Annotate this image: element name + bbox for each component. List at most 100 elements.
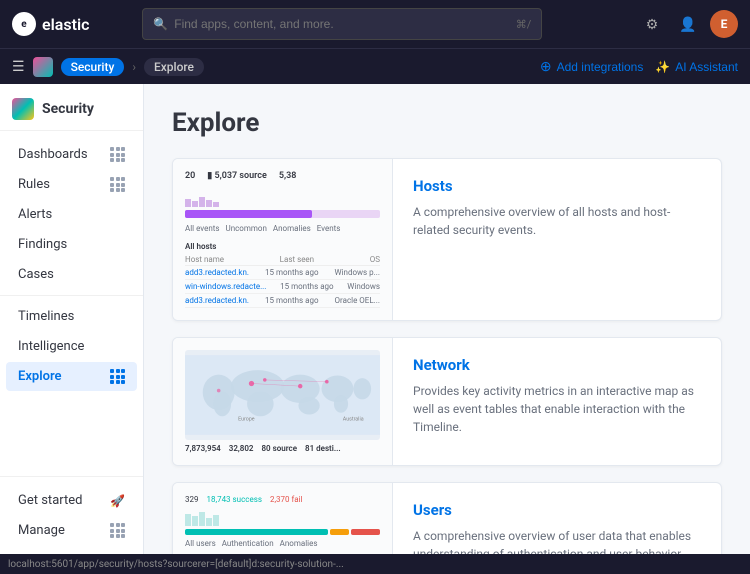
network-stats: 7,873,954 32,802 80 source 81 desti...: [185, 444, 380, 453]
users-card: 329 18,743 success 2,370 fail: [172, 482, 722, 554]
sidebar-logo-icon: [12, 98, 34, 120]
tab-anomalies: Anomalies: [273, 224, 311, 233]
sidebar-item-intelligence[interactable]: Intelligence: [6, 332, 137, 361]
breadcrumb-separator: ›: [132, 60, 136, 74]
hosts-title[interactable]: Hosts: [413, 177, 701, 195]
sidebar-label-alerts: Alerts: [18, 207, 52, 222]
main-layout: Security Dashboards Rules Ale: [0, 84, 750, 554]
hosts-table: Host nameLast seenOS add3.redacted.kn.15…: [185, 254, 380, 308]
breadcrumb-bar: ☰ Security › Explore ⊕ Add integrations …: [0, 48, 750, 84]
elastic-logo[interactable]: e elastic: [12, 12, 89, 36]
breadcrumb-security[interactable]: Security: [61, 58, 125, 76]
sidebar-item-dashboards[interactable]: Dashboards: [6, 140, 137, 169]
tab-all-users: All users: [185, 539, 216, 548]
sidebar-label-dashboards: Dashboards: [18, 147, 88, 162]
add-integrations-label: Add integrations: [557, 60, 644, 74]
sidebar-bottom: Get started 🚀 Manage: [0, 476, 143, 554]
hosts-card-content[interactable]: Hosts A comprehensive overview of all ho…: [393, 159, 721, 320]
content-area: Explore 20 ▮ 5,037 source 5,38: [144, 84, 750, 554]
breadcrumb-actions: ⊕ Add integrations ✨ AI Assistant: [540, 58, 738, 75]
tab-anomalies-users: Anomalies: [280, 539, 318, 548]
world-map-svg: Australia Europe: [185, 350, 380, 440]
grid-icon-rules: [110, 177, 125, 192]
plus-icon: ⊕: [540, 58, 552, 75]
svg-text:Australia: Australia: [343, 417, 364, 423]
sidebar-item-findings[interactable]: Findings: [6, 230, 137, 259]
users-tabs: All users Authentication Anomalies: [185, 539, 380, 548]
hosts-tabs: All events Uncommon Anomalies Events: [185, 224, 380, 233]
table-row: add3.redacted.kn.15 months agoWindows p.…: [185, 266, 380, 280]
world-map: Australia Europe: [185, 350, 380, 440]
sidebar-label-cases: Cases: [18, 267, 54, 282]
user-avatar[interactable]: E: [710, 10, 738, 38]
search-input[interactable]: [174, 17, 516, 31]
sidebar-item-cases[interactable]: Cases: [6, 260, 137, 289]
settings-button[interactable]: ⚙: [638, 10, 666, 38]
tab-auth: Authentication: [222, 539, 274, 548]
table-row: win-windows.redacte...15 months agoWindo…: [185, 280, 380, 294]
hosts-chart: [185, 187, 380, 207]
network-title[interactable]: Network: [413, 356, 701, 374]
network-card: Australia Europe 7,873,954 32,802 80 sou…: [172, 337, 722, 466]
network-description: Provides key activity metrics in an inte…: [413, 382, 701, 436]
sidebar: Security Dashboards Rules Ale: [0, 84, 144, 554]
hamburger-menu[interactable]: ☰: [12, 59, 25, 75]
sidebar-divider: [0, 295, 143, 296]
page-title: Explore: [172, 108, 722, 138]
tab-allevents: All events: [185, 224, 220, 233]
search-icon: 🔍: [153, 17, 168, 31]
sidebar-header: Security: [0, 84, 143, 131]
tab-uncommon: Uncommon: [226, 224, 267, 233]
sidebar-title: Security: [42, 101, 94, 117]
hosts-stats: 20 ▮ 5,037 source 5,38: [185, 171, 380, 181]
rocket-icon: 🚀: [110, 494, 125, 508]
users-chart: [185, 508, 380, 526]
users-title[interactable]: Users: [413, 501, 701, 519]
ai-assistant-label: AI Assistant: [675, 60, 738, 74]
sidebar-label-manage: Manage: [18, 523, 65, 538]
users-bar: [185, 529, 380, 535]
search-shortcut: ⌘/: [516, 18, 532, 31]
add-integrations-button[interactable]: ⊕ Add integrations: [540, 58, 643, 75]
sidebar-label-get-started: Get started: [18, 493, 82, 508]
hosts-bar: [185, 210, 380, 218]
users-description: A comprehensive overview of user data th…: [413, 527, 701, 554]
elastic-logo-text: elastic: [42, 15, 89, 34]
grid-icon-manage: [110, 523, 125, 538]
sidebar-item-alerts[interactable]: Alerts: [6, 200, 137, 229]
grid-icon-explore: [110, 369, 125, 384]
nav-right-actions: ⚙ 👤 E: [638, 10, 738, 38]
svg-text:Europe: Europe: [238, 417, 255, 423]
hosts-card: 20 ▮ 5,037 source 5,38: [172, 158, 722, 321]
sidebar-item-timelines[interactable]: Timelines: [6, 302, 137, 331]
ai-icon: ✨: [655, 60, 670, 74]
users-card-content[interactable]: Users A comprehensive overview of user d…: [393, 483, 721, 554]
search-bar[interactable]: 🔍 ⌘/: [142, 8, 542, 40]
sidebar-label-intelligence: Intelligence: [18, 339, 84, 354]
sidebar-item-manage[interactable]: Manage: [6, 516, 137, 545]
sidebar-label-rules: Rules: [18, 177, 50, 192]
hosts-preview: 20 ▮ 5,037 source 5,38: [173, 159, 393, 320]
hosts-description: A comprehensive overview of all hosts an…: [413, 203, 701, 239]
table-row: add3.redacted.kn.15 months agoOracle OEL…: [185, 294, 380, 308]
sidebar-label-findings: Findings: [18, 237, 67, 252]
users-preview: 329 18,743 success 2,370 fail: [173, 483, 393, 554]
breadcrumb-explore[interactable]: Explore: [144, 58, 204, 76]
top-navigation: e elastic 🔍 ⌘/ ⚙ 👤 E: [0, 0, 750, 48]
ai-assistant-button[interactable]: ✨ AI Assistant: [655, 60, 738, 74]
status-url: localhost:5601/app/security/hosts?source…: [8, 559, 344, 570]
tab-events: Events: [317, 224, 341, 233]
network-preview: Australia Europe 7,873,954 32,802 80 sou…: [173, 338, 393, 465]
users-stats: 329 18,743 success 2,370 fail: [185, 495, 380, 504]
sidebar-item-explore[interactable]: Explore: [6, 362, 137, 391]
sidebar-label-timelines: Timelines: [18, 309, 74, 324]
status-bar: localhost:5601/app/security/hosts?source…: [0, 554, 750, 574]
sidebar-item-rules[interactable]: Rules: [6, 170, 137, 199]
network-card-content[interactable]: Network Provides key activity metrics in…: [393, 338, 721, 465]
sidebar-navigation: Dashboards Rules Alerts Findings: [0, 131, 143, 476]
hosts-all-label: All hosts: [185, 239, 380, 254]
elastic-dot-icon: [33, 57, 53, 77]
sidebar-item-get-started[interactable]: Get started 🚀: [6, 486, 137, 515]
elastic-logo-icon: e: [12, 12, 36, 36]
help-button[interactable]: 👤: [674, 10, 702, 38]
